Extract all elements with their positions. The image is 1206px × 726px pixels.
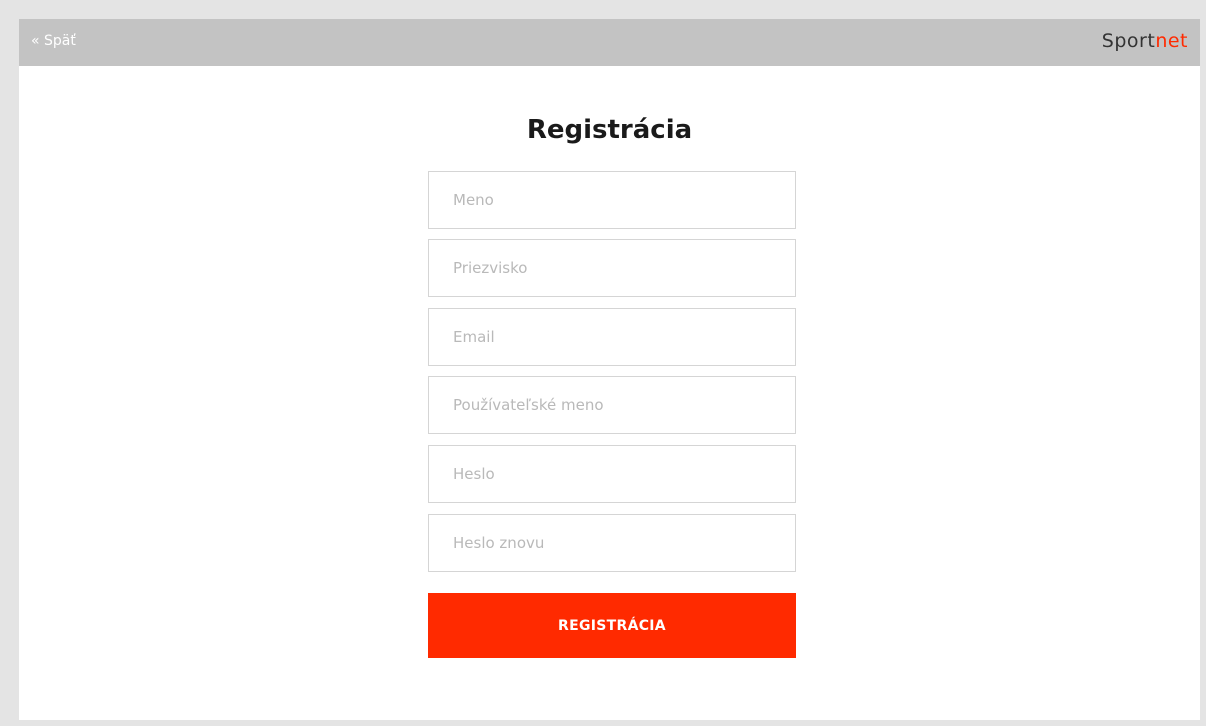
email-input[interactable] [428,308,796,366]
logo-text-sport: Sport [1101,30,1156,52]
page-title: Registrácia [526,115,693,145]
first-name-input[interactable] [428,171,796,229]
registration-page: « Späť Sportnet Registrácia REGISTRÁCIA [19,19,1200,720]
back-link[interactable]: « Späť [31,33,76,49]
logo-text-net: net [1155,30,1188,52]
sportnet-logo[interactable]: Sportnet [1102,30,1188,52]
register-button[interactable]: REGISTRÁCIA [428,593,796,658]
last-name-input[interactable] [428,239,796,297]
top-bar: « Späť Sportnet [19,19,1200,66]
username-input[interactable] [428,376,796,434]
password-input[interactable] [428,445,796,503]
password-repeat-input[interactable] [428,514,796,572]
